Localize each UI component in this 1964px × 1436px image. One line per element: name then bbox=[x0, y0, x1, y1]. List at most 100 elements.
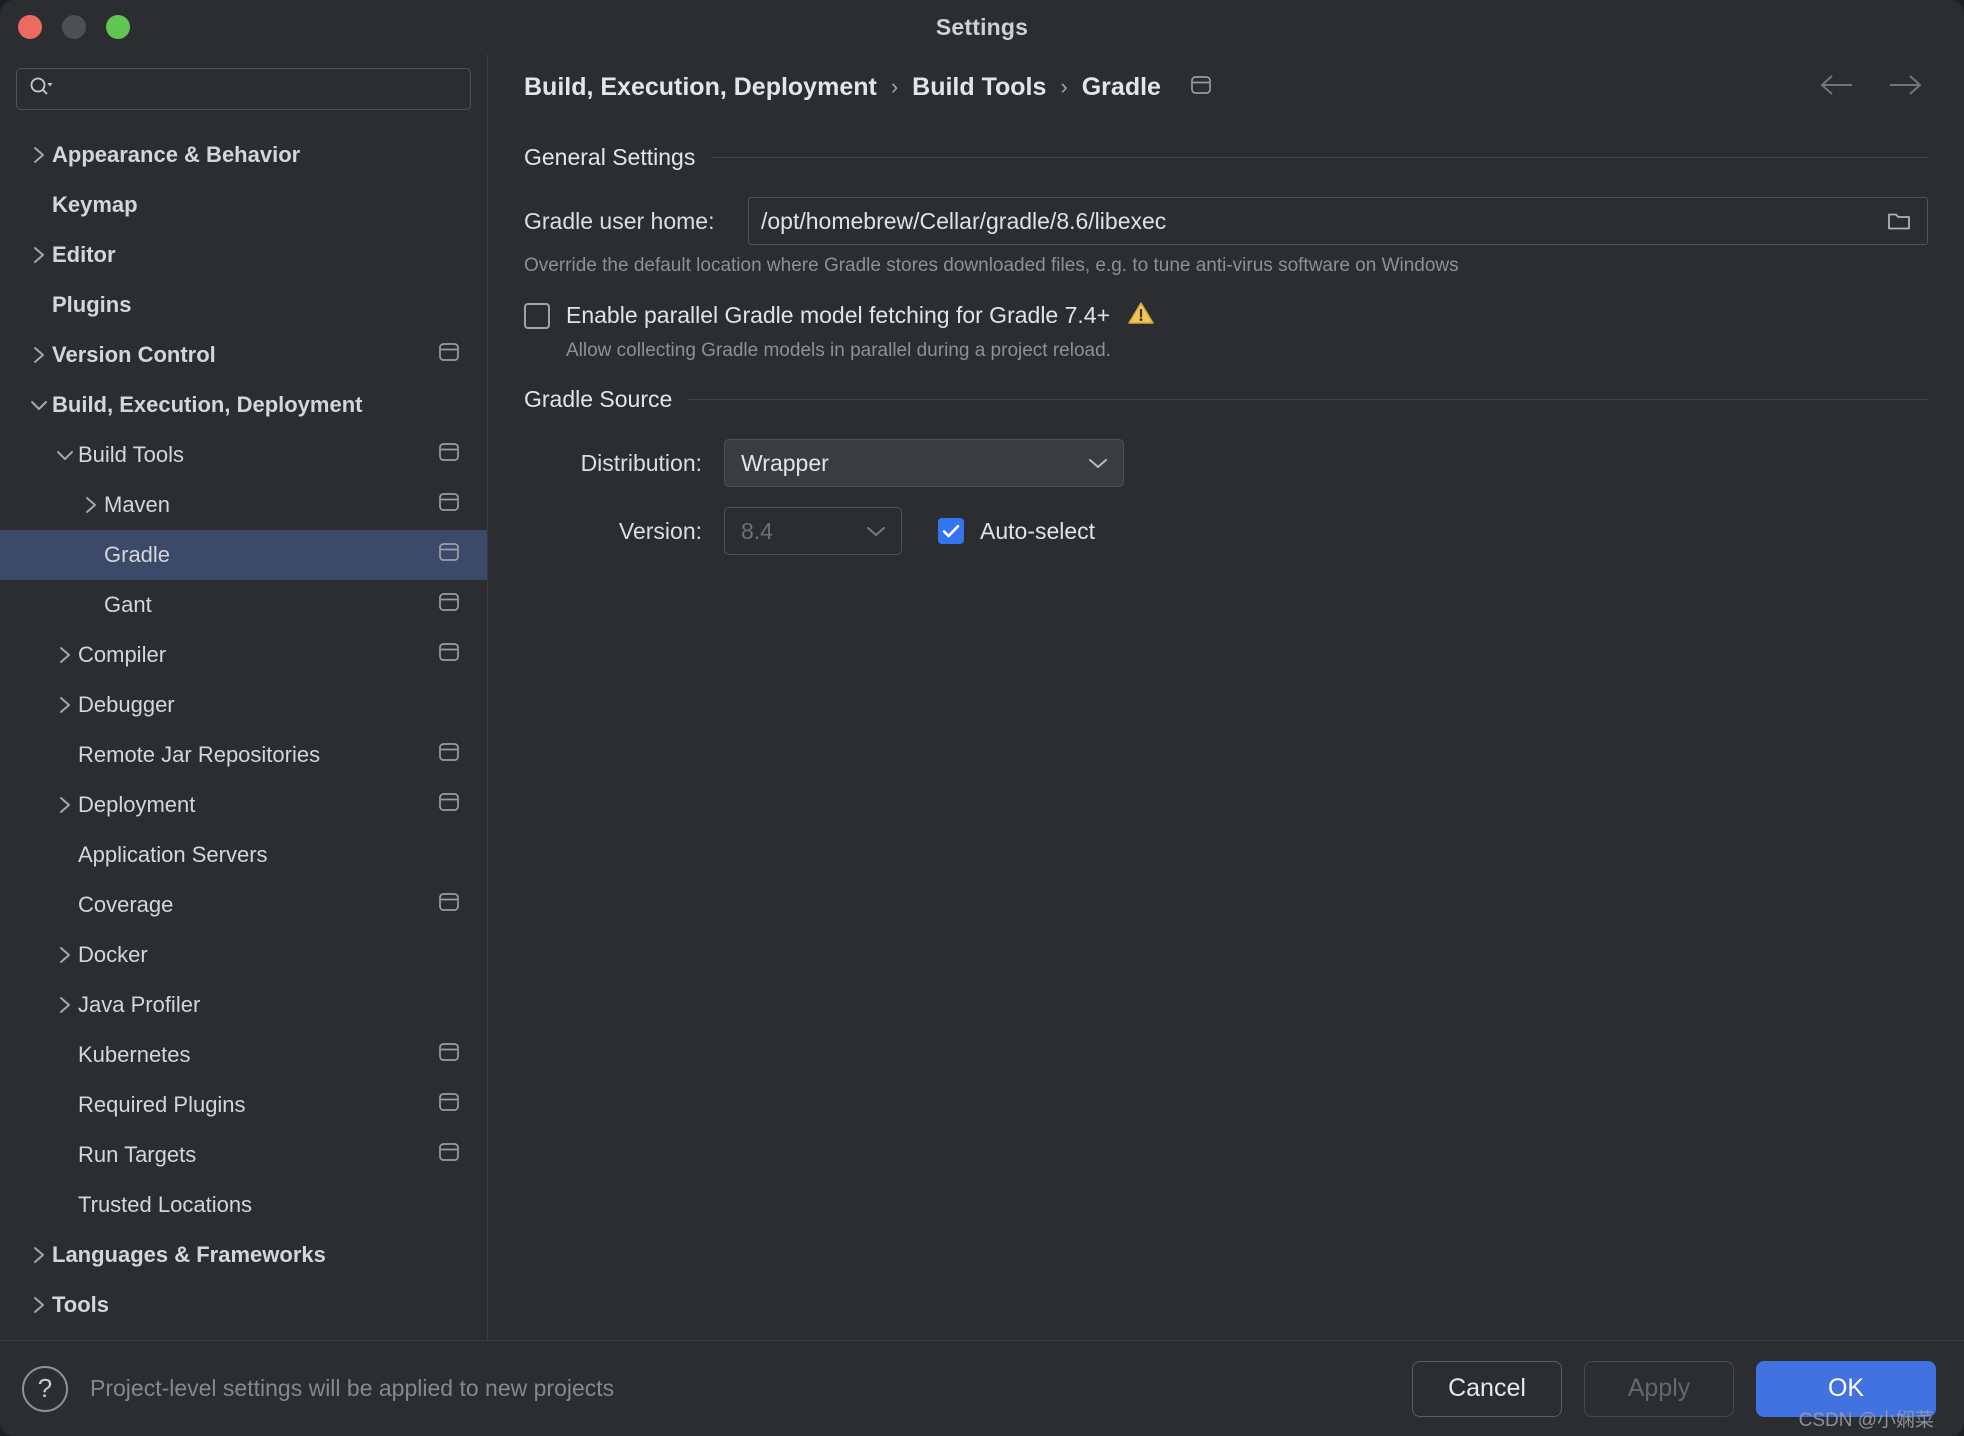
sidebar-item-gradle[interactable]: Gradle bbox=[0, 530, 487, 580]
sidebar-item-trusted-locations[interactable]: Trusted Locations bbox=[0, 1180, 487, 1230]
sidebar-item-label: Languages & Frameworks bbox=[52, 1242, 326, 1267]
sidebar-item-gant[interactable]: Gant bbox=[0, 580, 487, 630]
sidebar-item-label: Debugger bbox=[78, 692, 175, 717]
arrow-left-icon[interactable] bbox=[1818, 72, 1858, 103]
version-select[interactable]: 8.4 bbox=[724, 507, 902, 555]
project-settings-badge-icon bbox=[437, 341, 461, 369]
distribution-value: Wrapper bbox=[741, 449, 829, 476]
sidebar-item-docker[interactable]: Docker bbox=[0, 930, 487, 980]
parallel-fetching-checkbox-row[interactable]: Enable parallel Gradle model fetching fo… bbox=[524, 299, 1928, 332]
sidebar-item-label: Plugins bbox=[52, 292, 132, 317]
chevron-right-icon[interactable] bbox=[52, 993, 78, 1017]
sidebar-item-version-control[interactable]: Version Control bbox=[0, 330, 487, 380]
chevron-right-icon[interactable] bbox=[26, 343, 52, 367]
title-bar: Settings bbox=[0, 0, 1964, 54]
breadcrumb-separator: › bbox=[1060, 74, 1068, 99]
gradle-source-section: Gradle Source Distribution: Wrapper Vers… bbox=[524, 386, 1928, 555]
folder-icon[interactable] bbox=[1877, 201, 1921, 241]
parallel-fetching-hint: Allow collecting Gradle models in parall… bbox=[566, 340, 1111, 361]
auto-select-checkbox[interactable] bbox=[938, 518, 964, 544]
sidebar-item-compiler[interactable]: Compiler bbox=[0, 630, 487, 680]
sidebar-item-java-profiler[interactable]: Java Profiler bbox=[0, 980, 487, 1030]
sidebar-item-build-execution-deployment[interactable]: Build, Execution, Deployment bbox=[0, 380, 487, 430]
sidebar-item-keymap[interactable]: Keymap bbox=[0, 180, 487, 230]
version-label: Version: bbox=[618, 517, 702, 544]
chevron-right-icon[interactable] bbox=[52, 693, 78, 717]
gradle-user-home-input[interactable] bbox=[761, 207, 1877, 235]
chevron-right-icon[interactable] bbox=[52, 943, 78, 967]
auto-select-label: Auto-select bbox=[980, 517, 1096, 544]
sidebar-item-maven[interactable]: Maven bbox=[0, 480, 487, 530]
chevron-down-icon[interactable] bbox=[26, 397, 52, 413]
sidebar-item-label: Remote Jar Repositories bbox=[78, 742, 321, 767]
sidebar-item-plugins[interactable]: Plugins bbox=[0, 280, 487, 330]
settings-tree[interactable]: Appearance & Behavior Keymap Editor Plugins… bbox=[0, 122, 487, 1340]
chevron-right-icon[interactable] bbox=[26, 243, 52, 267]
sidebar-item-application-servers[interactable]: Application Servers bbox=[0, 830, 487, 880]
sidebar-item-label: Gant bbox=[104, 592, 152, 617]
chevron-right-icon[interactable] bbox=[26, 1293, 52, 1317]
project-settings-badge-icon bbox=[437, 1041, 461, 1069]
distribution-select[interactable]: Wrapper bbox=[724, 439, 1124, 487]
sidebar-item-required-plugins[interactable]: Required Plugins bbox=[0, 1080, 487, 1130]
dialog-body: Appearance & Behavior Keymap Editor Plugins… bbox=[0, 54, 1964, 1340]
arrow-right-icon[interactable] bbox=[1884, 72, 1924, 103]
project-settings-badge-icon bbox=[437, 1091, 461, 1119]
parallel-fetching-label: Enable parallel Gradle model fetching fo… bbox=[566, 302, 1111, 328]
sidebar-item-coverage[interactable]: Coverage bbox=[0, 880, 487, 930]
sidebar-item-label: Application Servers bbox=[78, 842, 268, 867]
sidebar-item-label: Tools bbox=[52, 1292, 110, 1317]
sidebar-item-editor[interactable]: Editor bbox=[0, 230, 487, 280]
dialog-footer: ? Project-level settings will be applied… bbox=[0, 1340, 1964, 1436]
project-settings-badge-icon bbox=[437, 541, 461, 569]
sidebar-item-label: Deployment bbox=[78, 792, 196, 817]
project-settings-badge-icon bbox=[437, 891, 461, 919]
chevron-down-icon[interactable] bbox=[52, 447, 78, 463]
sidebar-item-build-tools[interactable]: Build Tools bbox=[0, 430, 487, 480]
sidebar-item-debugger[interactable]: Debugger bbox=[0, 680, 487, 730]
project-settings-badge-icon bbox=[437, 441, 461, 469]
sidebar-item-label: Required Plugins bbox=[78, 1092, 246, 1117]
sidebar-item-run-targets[interactable]: Run Targets bbox=[0, 1130, 487, 1180]
distribution-row: Distribution: Wrapper bbox=[524, 439, 1928, 487]
sidebar-item-deployment[interactable]: Deployment bbox=[0, 780, 487, 830]
search-icon bbox=[27, 74, 53, 105]
sidebar-item-label: Coverage bbox=[78, 892, 174, 917]
search-input[interactable] bbox=[59, 78, 460, 100]
chevron-right-icon[interactable] bbox=[26, 1243, 52, 1267]
chevron-right-icon[interactable] bbox=[26, 143, 52, 167]
override-location-hint: Override the default location where Grad… bbox=[524, 255, 1459, 276]
sidebar-item-label: Version Control bbox=[52, 342, 216, 367]
cancel-button[interactable]: Cancel bbox=[1412, 1360, 1562, 1417]
search-container bbox=[0, 54, 487, 122]
parallel-fetching-checkbox[interactable] bbox=[524, 302, 550, 329]
auto-select-checkbox-row[interactable]: Auto-select bbox=[938, 518, 1095, 545]
question-mark-icon[interactable]: ? bbox=[22, 1365, 68, 1412]
sidebar-item-label: Keymap bbox=[52, 192, 138, 217]
sidebar-item-label: Maven bbox=[104, 492, 171, 517]
sidebar-item-kubernetes[interactable]: Kubernetes bbox=[0, 1030, 487, 1080]
window-title: Settings bbox=[935, 13, 1029, 40]
chevron-right-icon[interactable] bbox=[52, 793, 78, 817]
project-settings-badge-icon bbox=[437, 591, 461, 619]
sidebar-item-label: Run Targets bbox=[78, 1142, 197, 1167]
breadcrumb-item-2[interactable]: Gradle bbox=[1082, 73, 1161, 102]
sidebar-item-label: Build, Execution, Deployment bbox=[52, 392, 363, 417]
search-box[interactable] bbox=[16, 68, 471, 110]
apply-button[interactable]: Apply bbox=[1584, 1360, 1734, 1417]
chevron-right-icon[interactable] bbox=[78, 493, 104, 517]
sidebar-item-remote-jar-repositories[interactable]: Remote Jar Repositories bbox=[0, 730, 487, 780]
gradle-user-home-field[interactable] bbox=[748, 197, 1928, 245]
sidebar-item-label: Compiler bbox=[78, 642, 167, 667]
breadcrumb-item-0[interactable]: Build, Execution, Deployment bbox=[524, 73, 877, 102]
distribution-label: Distribution: bbox=[580, 449, 702, 476]
sidebar-item-label: Editor bbox=[52, 242, 116, 267]
chevron-right-icon[interactable] bbox=[52, 643, 78, 667]
breadcrumb-item-1[interactable]: Build Tools bbox=[912, 73, 1046, 102]
sidebar-item-appearance-behavior[interactable]: Appearance & Behavior bbox=[0, 130, 487, 180]
general-settings-header: General Settings bbox=[524, 144, 1928, 171]
settings-content: General Settings Gradle user home: /opt/… bbox=[488, 120, 1964, 1340]
sidebar-item-languages-frameworks[interactable]: Languages & Frameworks bbox=[0, 1230, 487, 1280]
sidebar-item-label: Trusted Locations bbox=[78, 1192, 253, 1217]
sidebar-item-tools[interactable]: Tools bbox=[0, 1280, 487, 1330]
